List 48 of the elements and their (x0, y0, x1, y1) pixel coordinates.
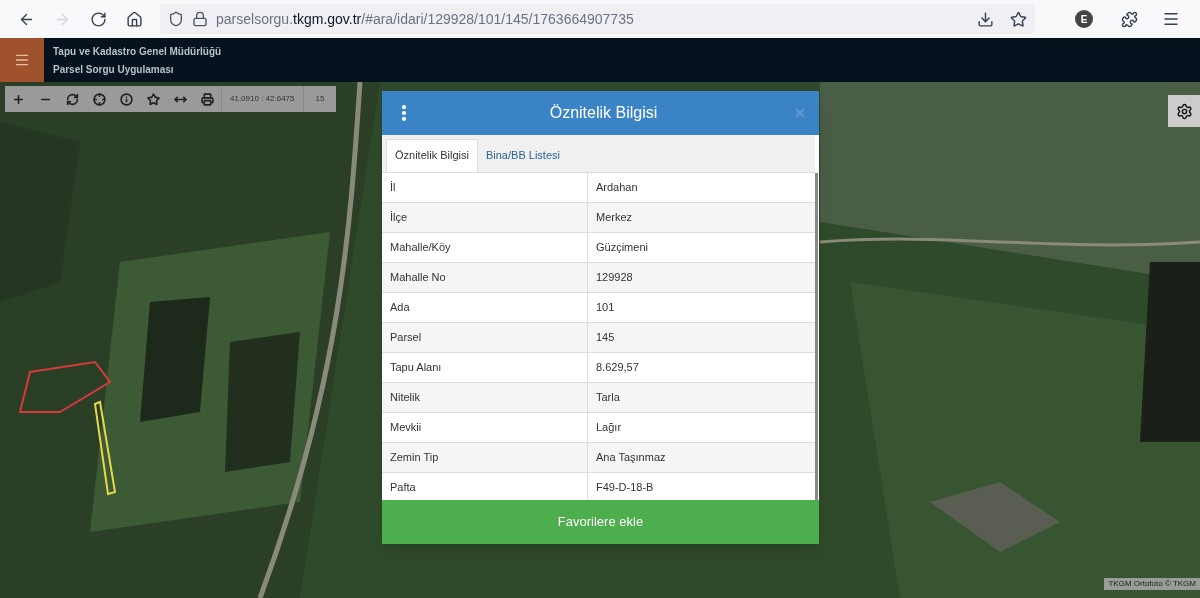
plus-icon (12, 92, 25, 106)
attribute-label: Mevkii (382, 413, 588, 442)
attribute-label: Nitelik (382, 383, 588, 412)
attribute-label: Mahalle/Köy (382, 233, 588, 262)
attribute-value: 8.629,57 (595, 360, 640, 376)
attribute-value: Lağır (595, 420, 623, 436)
attribute-label: Ada (382, 293, 588, 322)
zoom-level: 15 (302, 86, 337, 112)
menu-button[interactable] (0, 38, 44, 82)
attribute-value: Tarla (595, 390, 621, 406)
star-icon (147, 92, 160, 106)
extensions-icon[interactable] (1121, 10, 1138, 28)
attribute-value: Ana Taşınmaz (595, 450, 667, 466)
settings-icon (1175, 102, 1193, 120)
address-bar[interactable]: parselsorgu.tkgm.gov.tr/#ara/idari/129928/101/145/1763664907735 (160, 4, 1035, 34)
dialog-tab[interactable]: Öznitelik Bilgisi (386, 139, 478, 172)
attribute-value: 145 (595, 330, 616, 346)
menu-icon (14, 52, 30, 68)
lock-icon (192, 11, 208, 27)
attribute-label: Zemin Tip (382, 443, 588, 472)
attribute-label: İlçe (382, 203, 588, 232)
url-text: parselsorgu.tkgm.gov.tr/#ara/idari/129928/101/145/1763664907735 (216, 9, 634, 29)
refresh-icon (66, 92, 79, 106)
attribute-label: Tapu Alanı (382, 353, 588, 382)
settings-button[interactable] (1168, 95, 1200, 127)
profile-avatar[interactable]: E (1075, 10, 1093, 28)
attribute-value: F49-D-18-B (595, 480, 655, 496)
attribute-value: 101 (595, 300, 616, 316)
attribute-label: Parsel (382, 323, 588, 352)
menu-icon[interactable] (1162, 10, 1180, 28)
bookmark-icon[interactable] (1010, 10, 1027, 28)
attribution-text: TKGM Ortofoto © TKGM (1104, 578, 1200, 590)
attribute-value: Merkez (595, 210, 634, 226)
attribute-value: Güzçimeni (595, 240, 649, 256)
crosshair-icon (93, 92, 106, 106)
attribute-value: Ardahan (595, 180, 639, 196)
coordinates-text: 41.0910 : 42.6475 (221, 86, 303, 112)
app-title: Tapu ve Kadastro Genel Müdürlüğü (53, 44, 222, 59)
app-subtitle: Parsel Sorgu Uygulaması (53, 62, 175, 77)
attribute-label: İl (382, 173, 588, 202)
printer-icon (201, 92, 214, 106)
dialog-tab[interactable]: Bina/BB Listesi (477, 139, 568, 172)
dialog-title: Öznitelik Bilgisi (548, 103, 659, 123)
attribute-label: Mahalle No (382, 263, 588, 292)
download-icon[interactable] (977, 10, 994, 28)
info-icon (120, 92, 133, 106)
attribute-value: 129928 (595, 270, 634, 286)
shield-icon (168, 11, 184, 27)
